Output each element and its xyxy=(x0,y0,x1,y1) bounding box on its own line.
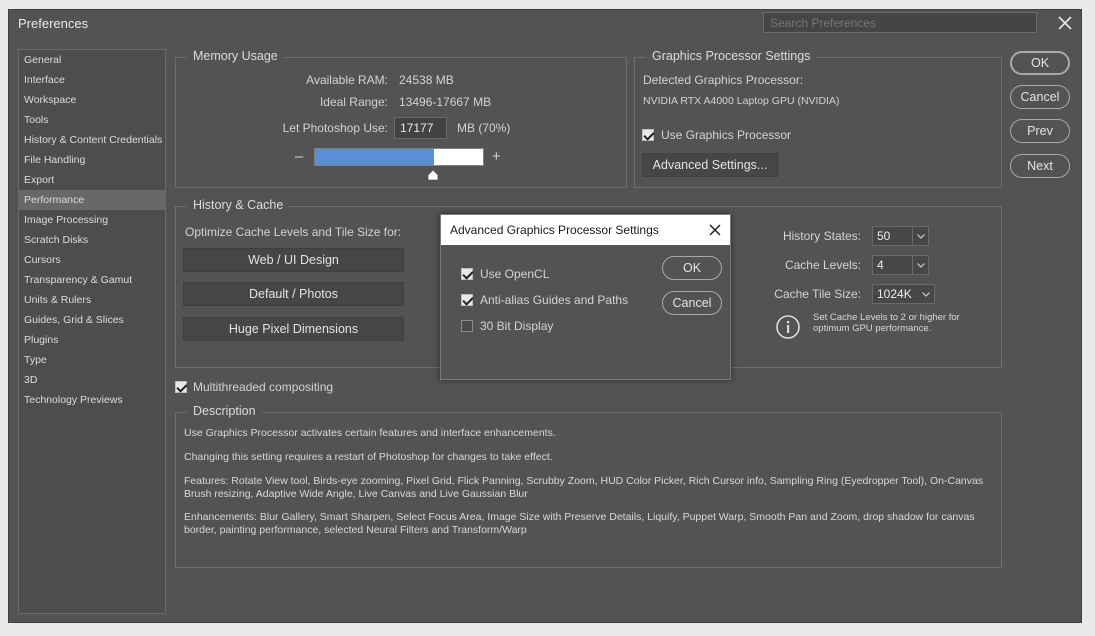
sidebar-item-performance[interactable]: Performance xyxy=(19,190,165,210)
dialog-cancel-button[interactable]: Cancel xyxy=(662,291,722,315)
sidebar-item-plugins[interactable]: Plugins xyxy=(19,330,165,350)
cancel-button[interactable]: Cancel xyxy=(1010,85,1070,109)
sidebar-item-cursors[interactable]: Cursors xyxy=(19,250,165,270)
memory-decrease-button[interactable]: – xyxy=(295,148,303,165)
30-bit-display-label: 30 Bit Display xyxy=(480,319,554,333)
cache-tile-size-label: Cache Tile Size: xyxy=(774,287,861,301)
prev-button[interactable]: Prev xyxy=(1010,119,1070,143)
available-ram-value: 24538 MB xyxy=(399,73,454,87)
detected-gpu-value: NVIDIA RTX A4000 Laptop GPU (NVIDIA) xyxy=(643,95,840,107)
cache-levels-label: Cache Levels: xyxy=(784,258,861,272)
search-input[interactable] xyxy=(763,12,1037,33)
multithreaded-label: Multithreaded compositing xyxy=(193,380,334,394)
use-gpu-label: Use Graphics Processor xyxy=(661,128,792,142)
sidebar-item-file-handling[interactable]: File Handling xyxy=(19,150,165,170)
sidebar-item-units[interactable]: Units & Rulers xyxy=(19,290,165,310)
let-photoshop-use-label: Let Photoshop Use: xyxy=(282,121,388,135)
web-ui-design-button[interactable]: Web / UI Design xyxy=(183,248,404,272)
ok-button[interactable]: OK xyxy=(1010,51,1070,75)
dialog-ok-button[interactable]: OK xyxy=(662,256,722,280)
sidebar-item-interface[interactable]: Interface xyxy=(19,70,165,90)
30-bit-display-checkbox[interactable] xyxy=(461,320,473,332)
sidebar-item-general[interactable]: General xyxy=(19,50,165,70)
optimize-label: Optimize Cache Levels and Tile Size for: xyxy=(185,225,402,239)
description-paragraph-3: Features: Rotate View tool, Birds-eye zo… xyxy=(184,475,984,500)
use-opencl-label: Use OpenCL xyxy=(480,267,550,281)
available-ram-label: Available RAM: xyxy=(306,73,388,87)
memory-slider-fill xyxy=(315,149,434,165)
close-icon[interactable] xyxy=(1054,12,1076,34)
use-opencl-checkbox[interactable] xyxy=(461,268,473,280)
huge-pixel-dimensions-button[interactable]: Huge Pixel Dimensions xyxy=(183,317,404,341)
description-title: Description xyxy=(187,404,262,418)
dialog-title: Advanced Graphics Processor Settings xyxy=(441,215,730,245)
chevron-down-icon xyxy=(918,285,934,303)
cache-levels-value: 4 xyxy=(877,258,884,272)
sidebar-item-transparency[interactable]: Transparency & Gamut xyxy=(19,270,165,290)
sidebar-item-type[interactable]: Type xyxy=(19,350,165,370)
history-states-value: 50 xyxy=(877,229,891,243)
description-paragraph-1: Use Graphics Processor activates certain… xyxy=(184,427,556,439)
sidebar-item-tools[interactable]: Tools xyxy=(19,110,165,130)
advanced-gpu-dialog: Advanced Graphics Processor Settings Use… xyxy=(440,214,731,380)
window-title: Preferences xyxy=(18,16,89,31)
history-cache-title: History & Cache xyxy=(187,198,290,212)
ideal-range-value: 13496-17667 MB xyxy=(399,95,492,109)
default-photos-button[interactable]: Default / Photos xyxy=(183,282,404,306)
multithreaded-checkbox[interactable] xyxy=(175,381,187,393)
info-icon xyxy=(775,314,801,340)
sidebar-item-workspace[interactable]: Workspace xyxy=(19,90,165,110)
ideal-range-label: Ideal Range: xyxy=(319,95,388,109)
sidebar-item-guides[interactable]: Guides, Grid & Slices xyxy=(19,310,165,330)
sidebar: General Interface Workspace Tools Histor… xyxy=(18,49,166,614)
chevron-down-icon xyxy=(912,227,928,245)
description-paragraph-2: Changing this setting requires a restart… xyxy=(184,451,553,463)
cache-info-text: Set Cache Levels to 2 or higher for opti… xyxy=(813,312,960,334)
detected-gpu-label: Detected Graphics Processor: xyxy=(643,73,804,87)
cache-levels-select[interactable]: 4 xyxy=(872,255,929,275)
chevron-down-icon xyxy=(912,256,928,274)
memory-increase-button[interactable]: + xyxy=(492,148,501,165)
gpu-settings-title: Graphics Processor Settings xyxy=(646,49,817,63)
close-icon[interactable] xyxy=(708,223,722,237)
cache-tile-size-value: 1024K xyxy=(877,287,912,301)
sidebar-item-export[interactable]: Export xyxy=(19,170,165,190)
memory-slider-track[interactable] xyxy=(314,148,484,166)
anti-alias-label: Anti-alias Guides and Paths xyxy=(480,293,629,307)
sidebar-item-technology-previews[interactable]: Technology Previews xyxy=(19,390,165,410)
memory-unit-label: MB (70%) xyxy=(457,121,511,135)
cache-tile-size-select[interactable]: 1024K xyxy=(872,284,935,304)
advanced-settings-button[interactable]: Advanced Settings... xyxy=(642,153,778,177)
anti-alias-checkbox[interactable] xyxy=(461,294,473,306)
memory-usage-title: Memory Usage xyxy=(187,49,284,63)
history-states-select[interactable]: 50 xyxy=(872,226,929,246)
history-states-label: History States: xyxy=(782,229,861,243)
use-gpu-checkbox[interactable] xyxy=(642,129,654,141)
next-button[interactable]: Next xyxy=(1010,154,1070,178)
memory-amount-input[interactable] xyxy=(394,117,447,139)
description-paragraph-4: Enhancements: Blur Gallery, Smart Sharpe… xyxy=(184,511,975,536)
sidebar-item-history[interactable]: History & Content Credentials xyxy=(19,130,165,150)
memory-slider-thumb[interactable] xyxy=(427,169,439,181)
sidebar-item-scratch-disks[interactable]: Scratch Disks xyxy=(19,230,165,250)
sidebar-item-image-processing[interactable]: Image Processing xyxy=(19,210,165,230)
sidebar-item-3d[interactable]: 3D xyxy=(19,370,165,390)
